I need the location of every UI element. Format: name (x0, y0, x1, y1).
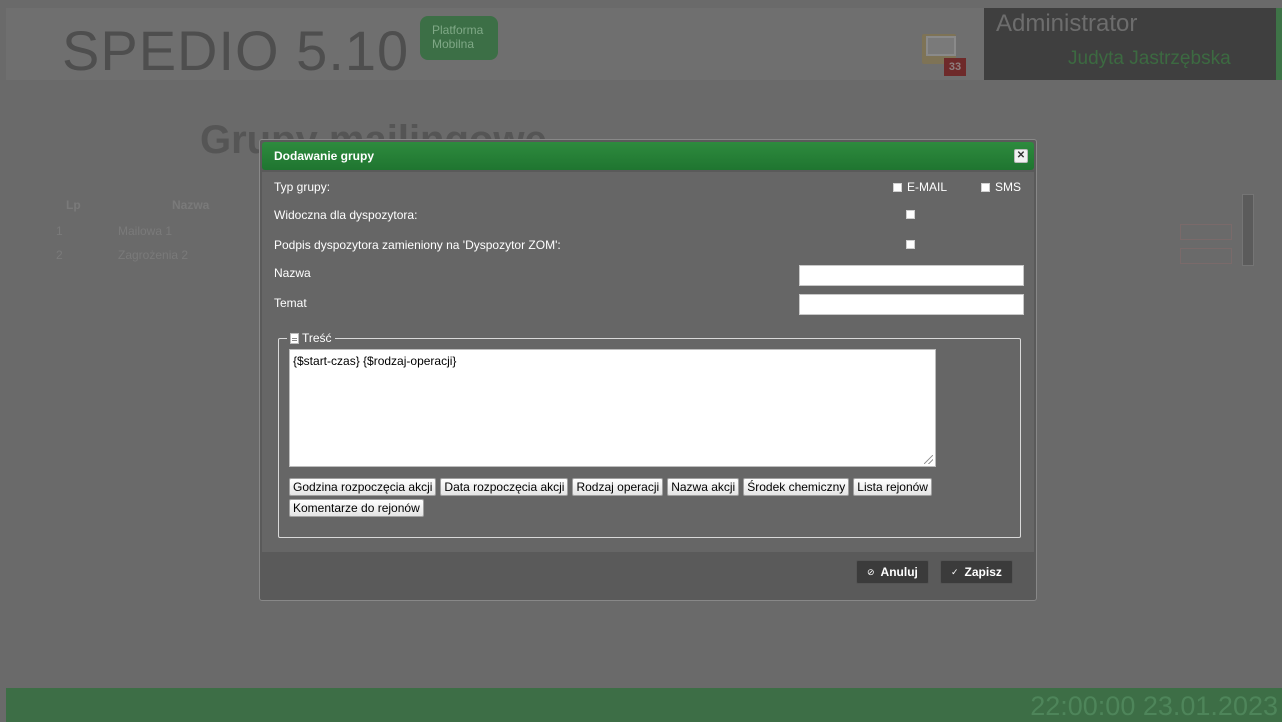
dialog-title: Dodawanie grupy (274, 149, 375, 163)
cancel-icon: ⊘ (867, 566, 875, 577)
content-legend-label: Treść (302, 331, 332, 345)
sms-label: SMS (995, 180, 1022, 194)
insert-chemical-button[interactable]: Środek chemiczny (743, 478, 850, 496)
cancel-button[interactable]: ⊘ Anuluj (856, 560, 929, 584)
add-group-dialog: Dodawanie grupy ✕ Typ grupy: E-MAIL SMS … (259, 139, 1037, 601)
name-label: Nazwa (274, 266, 311, 280)
save-button[interactable]: ✓ Zapisz (940, 560, 1013, 584)
document-icon (290, 332, 299, 344)
sms-checkbox[interactable] (981, 183, 990, 192)
email-label: E-MAIL (907, 180, 948, 194)
resize-grip-icon[interactable] (924, 455, 933, 464)
insert-start-date-button[interactable]: Data rozpoczęcia akcji (440, 478, 569, 496)
placeholder-buttons: Godzina rozpoczęcia akcji Data rozpoczęc… (289, 478, 989, 517)
insert-action-name-button[interactable]: Nazwa akcji (667, 478, 740, 496)
insert-region-list-button[interactable]: Lista rejonów (853, 478, 932, 496)
checkmark-icon: ✓ (951, 566, 959, 577)
content-text: {$start-czas} {$rodzaj-operacji} (293, 354, 457, 368)
insert-operation-type-button[interactable]: Rodzaj operacji (572, 478, 664, 496)
dispatcher-signature-label: Podpis dyspozytora zamieniony na 'Dyspoz… (274, 238, 561, 252)
name-input[interactable] (799, 265, 1024, 286)
cancel-label: Anuluj (880, 565, 918, 579)
content-legend: Treść (287, 331, 335, 345)
subject-input[interactable] (799, 294, 1024, 315)
dialog-header[interactable]: Dodawanie grupy ✕ (262, 142, 1034, 170)
visible-for-dispatcher-label: Widoczna dla dyspozytora: (274, 208, 418, 222)
subject-label: Temat (274, 296, 307, 310)
visible-for-dispatcher-checkbox[interactable] (906, 210, 915, 219)
insert-start-time-button[interactable]: Godzina rozpoczęcia akcji (289, 478, 437, 496)
insert-region-comments-button[interactable]: Komentarze do rejonów (289, 499, 424, 517)
dispatcher-signature-checkbox[interactable] (906, 240, 915, 249)
content-fieldset: Treść {$start-czas} {$rodzaj-operacji} G… (278, 331, 1021, 538)
group-type-label: Typ grupy: (274, 180, 331, 194)
content-textarea[interactable]: {$start-czas} {$rodzaj-operacji} (289, 349, 936, 467)
close-icon[interactable]: ✕ (1014, 149, 1028, 163)
dialog-body: Typ grupy: E-MAIL SMS Widoczna dla dyspo… (262, 172, 1034, 552)
dialog-footer: ⊘ Anuluj ✓ Zapisz (262, 552, 1034, 598)
email-checkbox[interactable] (893, 183, 902, 192)
save-label: Zapisz (964, 565, 1002, 579)
